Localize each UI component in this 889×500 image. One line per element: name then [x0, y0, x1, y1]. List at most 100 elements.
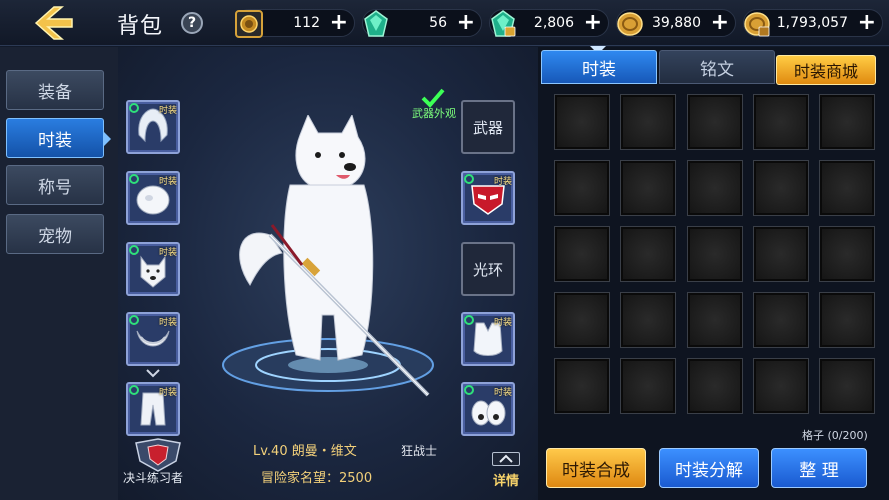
nav-item-title[interactable]: 称号: [6, 165, 104, 205]
fashion-slot-vest[interactable]: 时装: [461, 312, 515, 366]
inventory-cell[interactable]: [819, 160, 875, 216]
fashion-slot-cap[interactable]: 时装: [126, 171, 180, 225]
fashion-tag: 时装: [158, 388, 177, 398]
owned-marker: [464, 174, 474, 184]
bound-gold-coin-icon: [744, 12, 770, 37]
currency-coin-badge: 112 +: [235, 9, 355, 38]
inventory-cell[interactable]: [554, 292, 610, 348]
currency-green-gem: 56 +: [362, 9, 482, 37]
tab-inscription[interactable]: 铭文: [659, 50, 775, 84]
currency-bound-gold-coin: 1,793,057 +: [743, 9, 883, 37]
green-gem-icon: [364, 10, 388, 37]
fashion-slot-pants[interactable]: 时装: [126, 382, 180, 436]
currency-value: 56: [429, 15, 447, 31]
owned-marker: [129, 385, 139, 395]
add-currency-button[interactable]: +: [711, 12, 729, 34]
fashion-synthesis-button[interactable]: 时装合成: [546, 448, 646, 488]
inventory-cell[interactable]: [819, 226, 875, 282]
currency-gold-coin: 39,880 +: [616, 9, 736, 37]
owned-marker: [129, 103, 139, 113]
inventory-cell[interactable]: [620, 292, 676, 348]
character-class: 狂战士: [401, 444, 438, 458]
inventory-cell[interactable]: [620, 160, 676, 216]
currency-value: 2,806: [533, 15, 574, 31]
fashion-tag: 时装: [493, 388, 512, 398]
inventory-cell[interactable]: [687, 226, 743, 282]
capacity-counter: 格子 (0/200): [802, 429, 868, 442]
inventory-cell[interactable]: [819, 292, 875, 348]
inventory-cell[interactable]: [687, 358, 743, 414]
add-currency-button[interactable]: +: [584, 12, 602, 34]
back-button[interactable]: [30, 4, 78, 42]
inventory-cell[interactable]: [554, 94, 610, 150]
inventory-cell[interactable]: [819, 358, 875, 414]
fashion-dismantle-button[interactable]: 时装分解: [659, 448, 759, 488]
inventory-cell[interactable]: [687, 292, 743, 348]
inventory-cell[interactable]: [620, 94, 676, 150]
tab-fashion[interactable]: 时装: [541, 50, 657, 84]
fashion-slot-shoes[interactable]: 时装: [461, 382, 515, 436]
owned-marker: [464, 385, 474, 395]
nav-item-pet[interactable]: 宠物: [6, 214, 104, 254]
inventory-cell[interactable]: [753, 226, 809, 282]
fashion-slot-hair[interactable]: 时装: [126, 100, 180, 154]
character-name: Lv.40 朗曼・维文: [253, 444, 357, 459]
fashion-tag: 时装: [493, 318, 512, 328]
adventurer-reputation: 冒险家名望：2500: [261, 471, 373, 486]
inventory-cell[interactable]: [554, 226, 610, 282]
back-arrow-icon: [34, 6, 73, 40]
character-model: [222, 115, 434, 397]
owned-marker: [129, 315, 139, 325]
fashion-tag: 时装: [158, 248, 177, 258]
chevron-up-icon: [492, 452, 520, 466]
nav-item-fashion[interactable]: 时装: [6, 118, 111, 158]
bound-green-gem-icon: [491, 10, 516, 37]
inventory-cell[interactable]: [687, 94, 743, 150]
inventory-cell[interactable]: [554, 160, 610, 216]
currency-value: 1,793,057: [776, 15, 848, 31]
fashion-slot-mask[interactable]: 时装: [461, 171, 515, 225]
details-button[interactable]: 详情: [489, 452, 523, 492]
inventory-cell[interactable]: [620, 358, 676, 414]
inventory-cell[interactable]: [620, 226, 676, 282]
inventory-cell[interactable]: [687, 160, 743, 216]
details-label: 详情: [492, 474, 519, 489]
fashion-shop-button[interactable]: 时装商城: [776, 55, 876, 85]
add-currency-button[interactable]: +: [457, 12, 475, 34]
owned-marker: [129, 245, 139, 255]
page-title: 背包: [117, 14, 164, 39]
rank-badge-icon: [135, 438, 181, 472]
coin-badge-icon: [235, 10, 263, 38]
owned-marker: [129, 174, 139, 184]
rank-title: 决斗练习者: [123, 471, 184, 485]
fashion-tag: 时装: [158, 318, 177, 328]
inventory-cell[interactable]: [753, 94, 809, 150]
add-currency-button[interactable]: +: [330, 12, 348, 34]
currency-value: 112: [293, 15, 320, 31]
gold-coin-icon: [617, 12, 643, 36]
owned-marker: [464, 315, 474, 325]
currency-value: 39,880: [652, 15, 701, 31]
fashion-slot-face[interactable]: 时装: [126, 242, 180, 296]
fashion-tag: 时装: [158, 177, 177, 187]
weapon-slot-label: 武器: [472, 119, 503, 137]
inventory-cell[interactable]: [753, 292, 809, 348]
left-nav: 装备 时装 称号 宠物: [0, 47, 118, 500]
nav-item-equipment[interactable]: 装备: [6, 70, 104, 110]
add-currency-button[interactable]: +: [858, 12, 876, 34]
currency-bound-green-gem: 2,806 +: [489, 9, 609, 37]
chevron-down-icon: [146, 369, 160, 378]
sort-button[interactable]: 整 理: [771, 448, 867, 488]
fashion-slot-top[interactable]: 时装: [126, 312, 180, 366]
inventory-cell[interactable]: [753, 358, 809, 414]
top-bar: 背包 ? 112 + 56 + 2,806 + 39,880 + 1,793,0…: [0, 0, 889, 46]
help-button[interactable]: ?: [181, 12, 203, 34]
fashion-tag: 时装: [493, 177, 512, 187]
aura-slot[interactable]: 光环: [461, 242, 515, 296]
weapon-slot[interactable]: 武器: [461, 100, 515, 154]
aura-slot-label: 光环: [472, 261, 503, 279]
fashion-tag: 时装: [158, 106, 177, 116]
inventory-cell[interactable]: [554, 358, 610, 414]
inventory-cell[interactable]: [753, 160, 809, 216]
inventory-cell[interactable]: [819, 94, 875, 150]
